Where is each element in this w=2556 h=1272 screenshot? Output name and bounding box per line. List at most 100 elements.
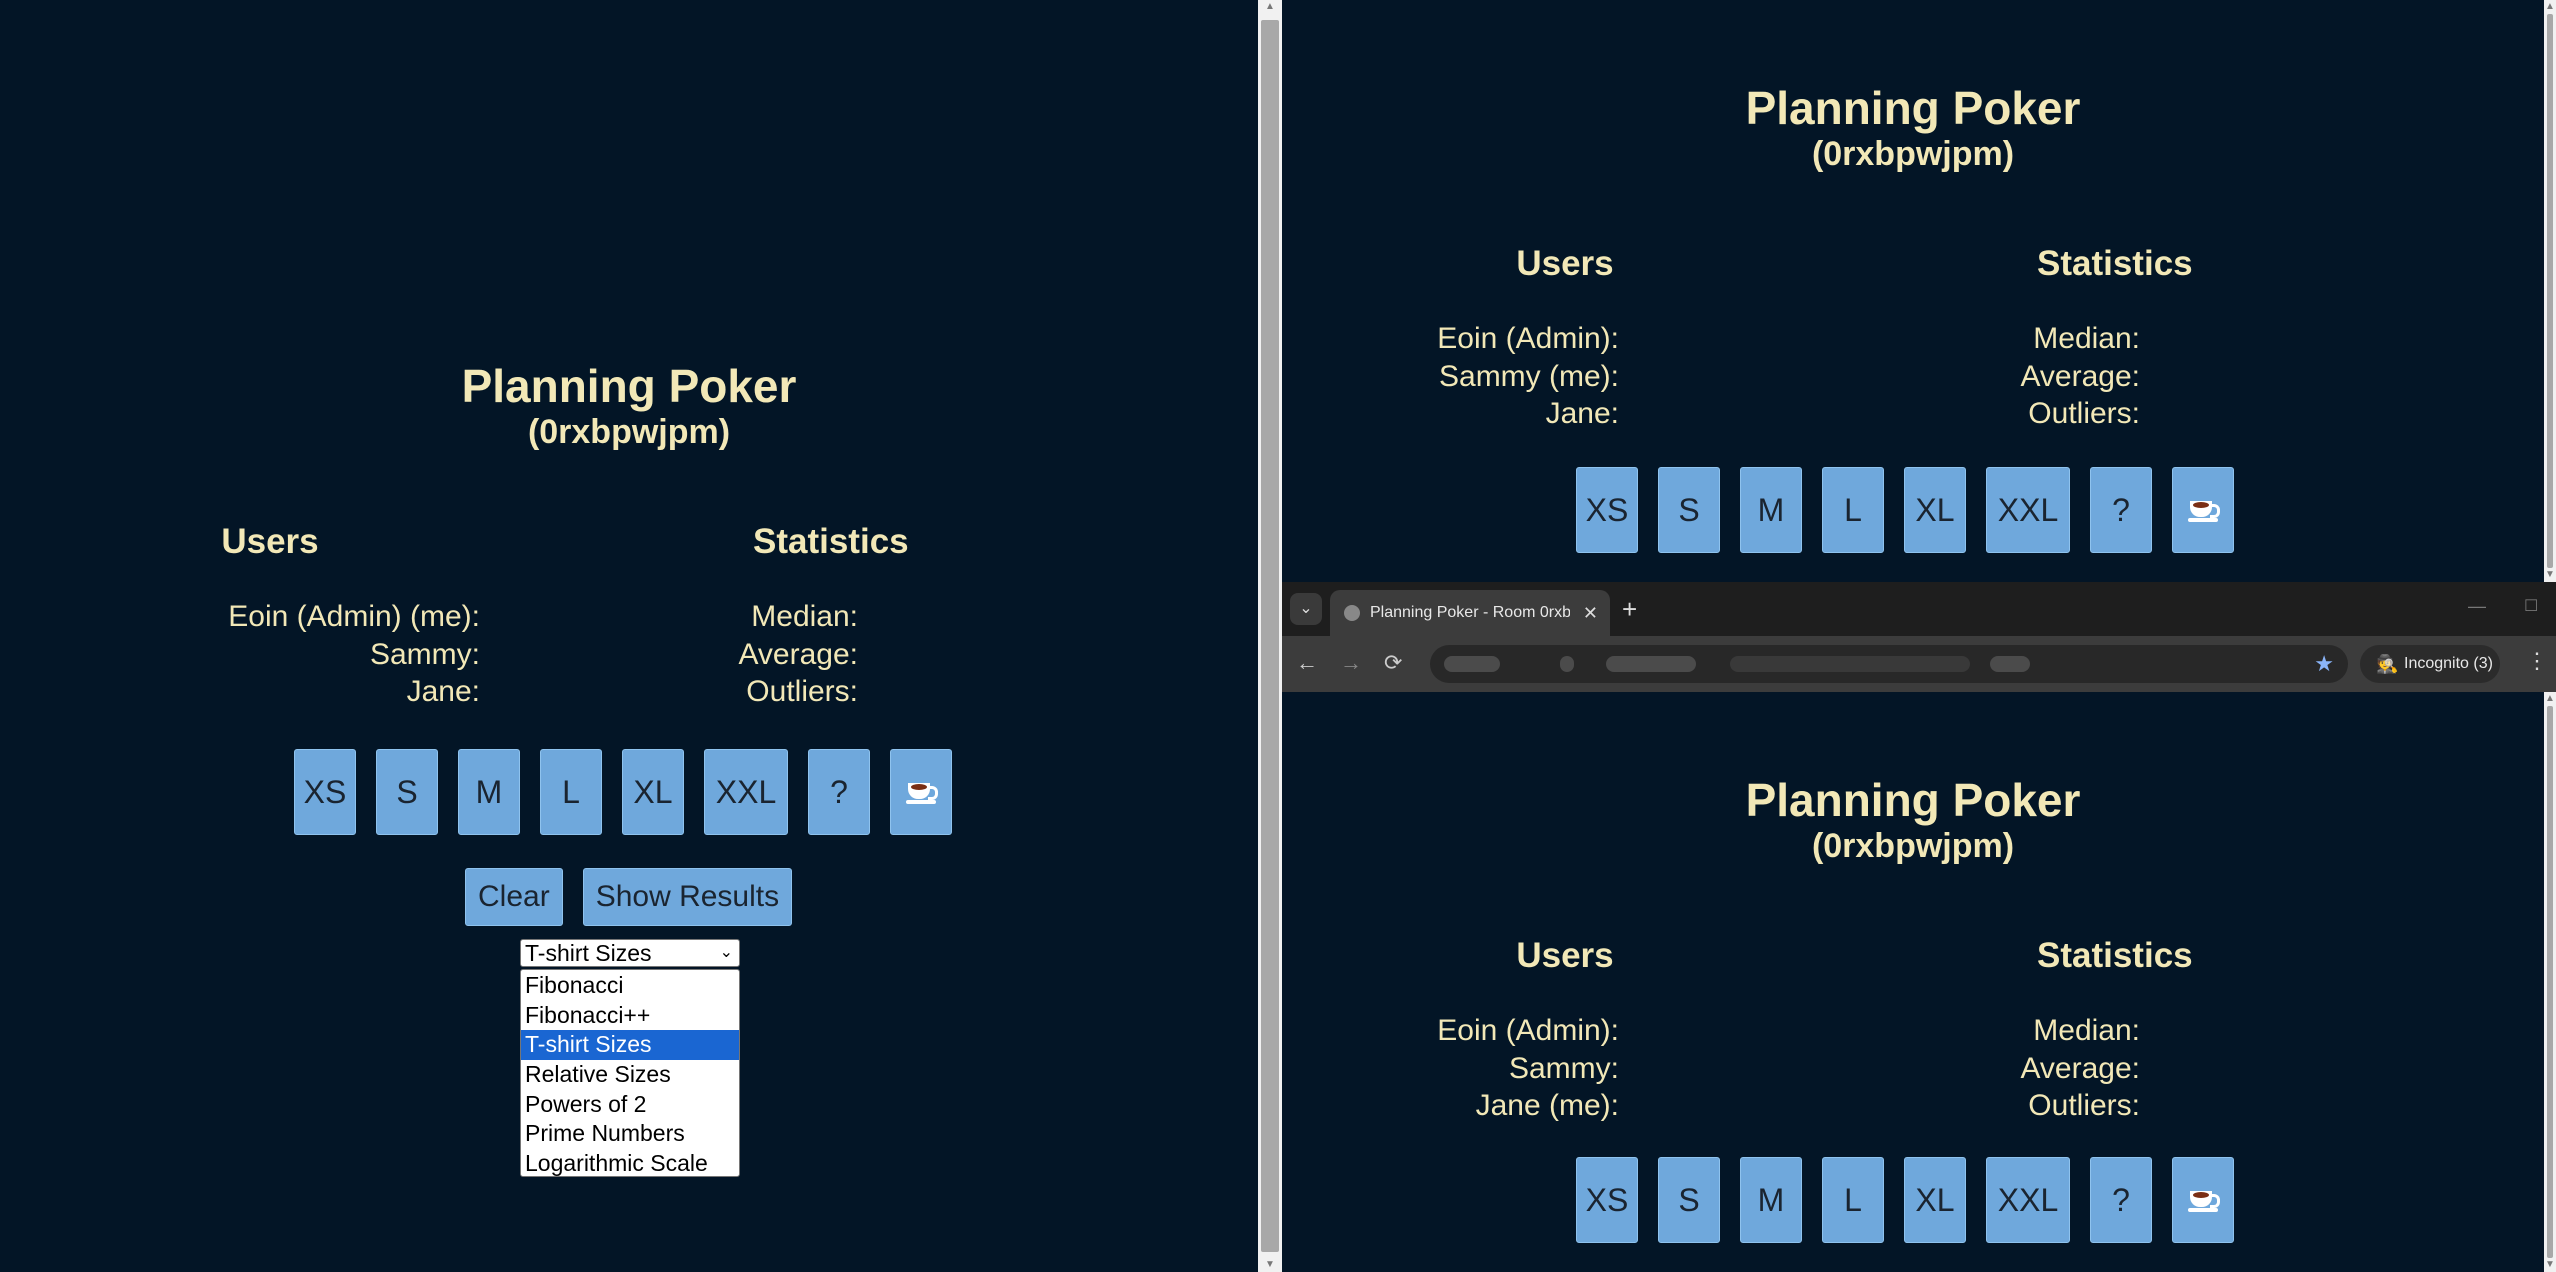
card-s[interactable]: S <box>376 749 438 835</box>
card-question[interactable]: ? <box>2090 467 2152 553</box>
users-column: Users Eoin (Admin): Sammy (me): Jane: <box>1335 244 1755 433</box>
deck-option[interactable]: Fibonacci++ <box>521 1001 739 1031</box>
deck-option[interactable]: Fibonacci <box>521 971 739 1001</box>
users-column: Users Eoin (Admin): Sammy: Jane (me): <box>1335 936 1755 1125</box>
chevron-down-icon: ⌄ <box>719 944 733 961</box>
minimize-icon[interactable]: — <box>2468 596 2486 617</box>
right-top-window: Planning Poker (0rxbpwjpm) Users Eoin (A… <box>1282 0 2544 582</box>
card-l[interactable]: L <box>1822 467 1884 553</box>
card-row: XS S M L XL XXL ? <box>1282 467 2544 553</box>
incognito-label: Incognito (3) <box>2404 655 2493 672</box>
stat-outliers-label: Outliers: <box>746 675 858 708</box>
more-menu-icon[interactable]: ⋮ <box>2526 648 2548 674</box>
scroll-down-arrow[interactable]: ▼ <box>2544 1258 2556 1272</box>
deck-option[interactable]: Relative Sizes <box>521 1060 739 1090</box>
scrollbar-thumb[interactable] <box>2547 706 2553 1258</box>
user-row: Jane: <box>1545 397 1619 430</box>
statistics-heading: Statistics <box>753 522 909 561</box>
user-row: Jane: <box>406 675 480 708</box>
address-bar[interactable]: ★ <box>1430 645 2348 683</box>
app-header: Planning Poker (0rxbpwjpm) <box>1282 774 2544 866</box>
page-title: Planning Poker <box>1745 774 2081 826</box>
scroll-up-arrow[interactable]: ▲ <box>2544 0 2556 14</box>
card-question[interactable]: ? <box>808 749 870 835</box>
incognito-indicator[interactable]: 🕵 Incognito (3) <box>2360 645 2500 683</box>
scrollbar-thumb[interactable] <box>1261 20 1279 1252</box>
new-tab-button[interactable]: + <box>1622 594 1637 624</box>
scroll-down-arrow[interactable]: ▼ <box>1258 1258 1282 1272</box>
left-scrollbar[interactable]: ▲ ▼ <box>1258 0 1282 1272</box>
card-question[interactable]: ? <box>2090 1157 2152 1243</box>
blurred-url <box>1606 656 1696 672</box>
action-buttons: Clear Show Results <box>465 868 793 926</box>
bookmark-star-icon[interactable]: ★ <box>2314 651 2334 677</box>
deck-option[interactable]: Logarithmic Scale <box>521 1149 739 1179</box>
room-id: (0rxbpwjpm) <box>527 413 731 451</box>
card-row: XS S M L XL XXL ? <box>0 749 1258 835</box>
deck-select-value: T-shirt Sizes <box>525 940 652 966</box>
deck-select[interactable]: T-shirt Sizes ⌄ <box>520 939 740 967</box>
right-bottom-scrollbar[interactable]: ▲ ▼ <box>2544 692 2556 1272</box>
stat-median-label: Median: <box>2033 1014 2140 1047</box>
card-xxl[interactable]: XXL <box>704 749 788 835</box>
card-l[interactable]: L <box>1822 1157 1884 1243</box>
stat-average-label: Average: <box>2020 359 2140 393</box>
incognito-icon: 🕵 <box>2376 654 2399 674</box>
card-s[interactable]: S <box>1658 1157 1720 1243</box>
card-xxl[interactable]: XXL <box>1986 467 2070 553</box>
user-row: Eoin (Admin): <box>1437 1014 1619 1047</box>
maximize-icon[interactable]: ☐ <box>2524 596 2538 616</box>
users-heading: Users <box>1516 936 1614 975</box>
card-xs[interactable]: XS <box>294 749 356 835</box>
card-row: XS S M L XL XXL ? <box>1282 1157 2544 1243</box>
room-id: (0rxbpwjpm) <box>1811 135 2015 173</box>
statistics-heading: Statistics <box>2037 936 2193 975</box>
card-m[interactable]: M <box>458 749 520 835</box>
card-m[interactable]: M <box>1740 1157 1802 1243</box>
card-xl[interactable]: XL <box>622 749 684 835</box>
browser-chrome: ⌄ Planning Poker - Room 0rxbpwjpm ✕ + — <box>1282 582 2556 692</box>
clear-button[interactable]: Clear <box>465 868 563 926</box>
card-coffee[interactable] <box>2172 1157 2234 1243</box>
card-l[interactable]: L <box>540 749 602 835</box>
reload-icon[interactable]: ⟳ <box>1384 650 1402 676</box>
right-top-scrollbar[interactable]: ▲ ▼ <box>2544 0 2556 582</box>
card-xl[interactable]: XL <box>1904 467 1966 553</box>
coffee-icon <box>906 777 938 807</box>
stat-average-label: Average: <box>738 637 858 671</box>
globe-icon <box>1344 605 1360 621</box>
statistics-column: Statistics Median: Average: Outliers: <box>683 522 979 711</box>
scrollbar-thumb[interactable] <box>2547 14 2553 568</box>
coffee-icon <box>2188 1185 2220 1215</box>
scroll-up-arrow[interactable]: ▲ <box>2544 692 2556 706</box>
show-results-button[interactable]: Show Results <box>582 868 793 926</box>
user-row: Sammy: <box>1508 1051 1619 1085</box>
stat-outliers-label: Outliers: <box>2028 397 2140 430</box>
browser-tab[interactable]: Planning Poker - Room 0rxbpwjpm ✕ <box>1330 590 1610 636</box>
blurred-url <box>1990 656 2030 672</box>
close-icon[interactable]: ✕ <box>1583 590 1598 636</box>
scroll-down-arrow[interactable]: ▼ <box>2544 568 2556 582</box>
deck-option[interactable]: Prime Numbers <box>521 1119 739 1149</box>
forward-arrow-icon[interactable]: → <box>1340 650 1362 676</box>
card-s[interactable]: S <box>1658 467 1720 553</box>
card-coffee[interactable] <box>2172 467 2234 553</box>
card-xl[interactable]: XL <box>1904 1157 1966 1243</box>
deck-option-selected[interactable]: T-shirt Sizes <box>521 1030 739 1061</box>
app-header: Planning Poker (0rxbpwjpm) <box>1282 82 2544 174</box>
card-m[interactable]: M <box>1740 467 1802 553</box>
deck-option[interactable]: Powers of 2 <box>521 1090 739 1120</box>
card-xxl[interactable]: XXL <box>1986 1157 2070 1243</box>
tab-search-button[interactable]: ⌄ <box>1290 593 1322 625</box>
back-arrow-icon[interactable]: ← <box>1296 650 1318 676</box>
blurred-url <box>1560 656 1574 672</box>
browser-toolbar: ← → ⟳ ★ 🕵 Incognito (3) ⋮ <box>1282 636 2556 692</box>
user-row: Sammy (me): <box>1439 359 1619 393</box>
card-coffee[interactable] <box>890 749 952 835</box>
card-xs[interactable]: XS <box>1576 1157 1638 1243</box>
stat-median-label: Median: <box>751 600 858 633</box>
tab-title: Planning Poker - Room 0rxbpwjpm <box>1370 604 1570 621</box>
scroll-up-arrow[interactable]: ▲ <box>1258 0 1282 14</box>
right-bottom-window: Planning Poker (0rxbpwjpm) Users Eoin (A… <box>1282 692 2544 1272</box>
card-xs[interactable]: XS <box>1576 467 1638 553</box>
